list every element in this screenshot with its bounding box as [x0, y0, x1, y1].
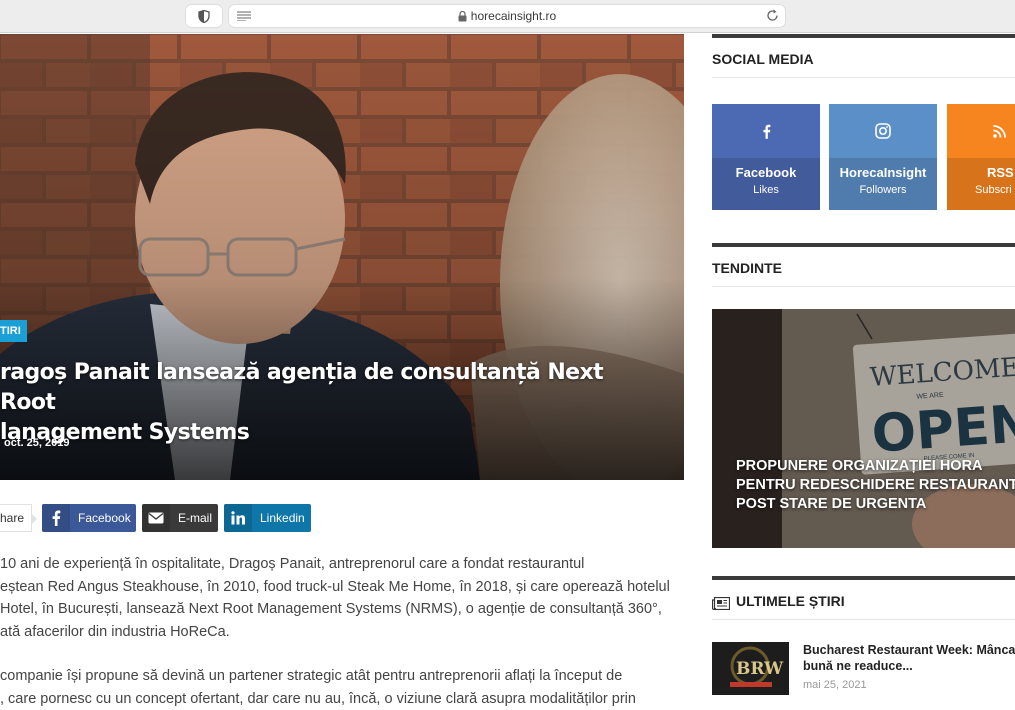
reload-icon[interactable] — [766, 9, 779, 22]
article-line: , care pornesc cu un concept ofertant, d… — [0, 690, 636, 707]
share-linkedin-label: Linkedin — [260, 511, 305, 525]
article-line: Hotel, în București, lansează Next Root … — [0, 601, 662, 617]
social-media-heading: SOCIAL MEDIA — [712, 34, 1015, 78]
news-title[interactable]: Bucharest Restaurant Week: Mânca bună ne… — [803, 642, 1015, 674]
rss-icon — [993, 124, 1006, 138]
news-thumbnail[interactable]: BRW — [712, 642, 789, 695]
article-title-line: ragoș Panait lansează agenția de consult… — [0, 360, 604, 415]
trend-title-line: PROPUNERE ORGANIZAȚIEI HORA — [736, 458, 983, 474]
lock-icon — [458, 10, 467, 21]
browser-toolbar: horecainsight.ro — [0, 0, 1015, 33]
trend-title[interactable]: PROPUNERE ORGANIZAȚIEI HORA PENTRU REDES… — [736, 457, 1015, 514]
article-title[interactable]: ragoș Panait lansează agenția de consult… — [0, 358, 640, 448]
article-title-line: lanagement Systems — [0, 420, 250, 445]
news-thumb-text: BRW — [736, 659, 784, 679]
share-facebook-button[interactable]: Facebook — [42, 504, 136, 532]
category-badge[interactable]: TIRI — [0, 320, 27, 342]
share-linkedin-button[interactable]: Linkedin — [224, 504, 311, 532]
article-line: companie își propune să devină un parten… — [0, 668, 623, 684]
url-text: horecainsight.ro — [470, 9, 557, 23]
share-email-button[interactable]: E-mail — [142, 504, 218, 532]
article-paragraph: 10 ani de experiență în ospitalitate, Dr… — [0, 553, 684, 643]
envelope-icon — [142, 504, 170, 532]
social-facebook-name: Facebook — [735, 165, 797, 180]
social-facebook-card[interactable]: Facebook Likes — [712, 104, 820, 210]
facebook-icon — [42, 504, 70, 532]
trends-heading: TENDINTE — [712, 243, 1015, 287]
share-email-label: E-mail — [178, 511, 213, 525]
privacy-shield-button[interactable] — [186, 5, 222, 27]
article-hero[interactable]: TIRI ragoș Panait lansează agenția de co… — [0, 34, 684, 480]
facebook-icon — [762, 124, 770, 139]
article-body: 10 ani de experiență în ospitalitate, Dr… — [0, 553, 684, 710]
social-instagram-card[interactable]: HorecaInsight Followers — [829, 104, 937, 210]
article-date: oct. 25, 2019 — [4, 437, 70, 449]
social-rss-name: RSS — [987, 165, 1014, 180]
latest-news-heading-text: ULTIMELE ȘTIRI — [736, 593, 845, 609]
news-date: mai 25, 2021 — [803, 679, 867, 691]
social-facebook-sub: Likes — [753, 184, 779, 196]
latest-news-heading: ULTIMELE ȘTIRI — [712, 576, 1015, 620]
share-label: hare — [0, 504, 37, 532]
address-bar[interactable]: horecainsight.ro — [229, 5, 785, 27]
shield-icon — [198, 9, 210, 23]
social-rss-sub: Subscri — [975, 184, 1012, 196]
newspaper-icon — [712, 597, 730, 610]
trend-title-line: POST STARE DE URGENTA — [736, 496, 927, 512]
news-title-line: bună ne readuce... — [803, 659, 913, 673]
news-title-line: Bucharest Restaurant Week: Mânca — [803, 643, 1015, 657]
article-paragraph: companie își propune să devină un parten… — [0, 665, 684, 710]
instagram-icon — [875, 123, 891, 139]
article-line: ată afacerilor din industria HoReCa. — [0, 623, 230, 640]
social-instagram-name: HorecaInsight — [839, 165, 927, 180]
social-rss-card[interactable]: RSS Subscri — [947, 104, 1015, 210]
social-instagram-sub: Followers — [859, 184, 907, 196]
trend-card[interactable]: WELCOME WE ARE OPEN PLEASE COME IN PROPU… — [712, 309, 1015, 548]
article-line: 10 ani de experiență în ospitalitate, Dr… — [0, 556, 585, 572]
trend-title-line: PENTRU REDESCHIDERE RESTAURANT — [736, 477, 1015, 493]
news-item[interactable]: BRW Bucharest Restaurant Week: Mânca bun… — [712, 642, 1015, 702]
linkedin-icon — [224, 504, 252, 532]
share-facebook-label: Facebook — [78, 511, 131, 525]
article-line: eștean Red Angus Steakhouse, în 2010, fo… — [0, 578, 670, 595]
